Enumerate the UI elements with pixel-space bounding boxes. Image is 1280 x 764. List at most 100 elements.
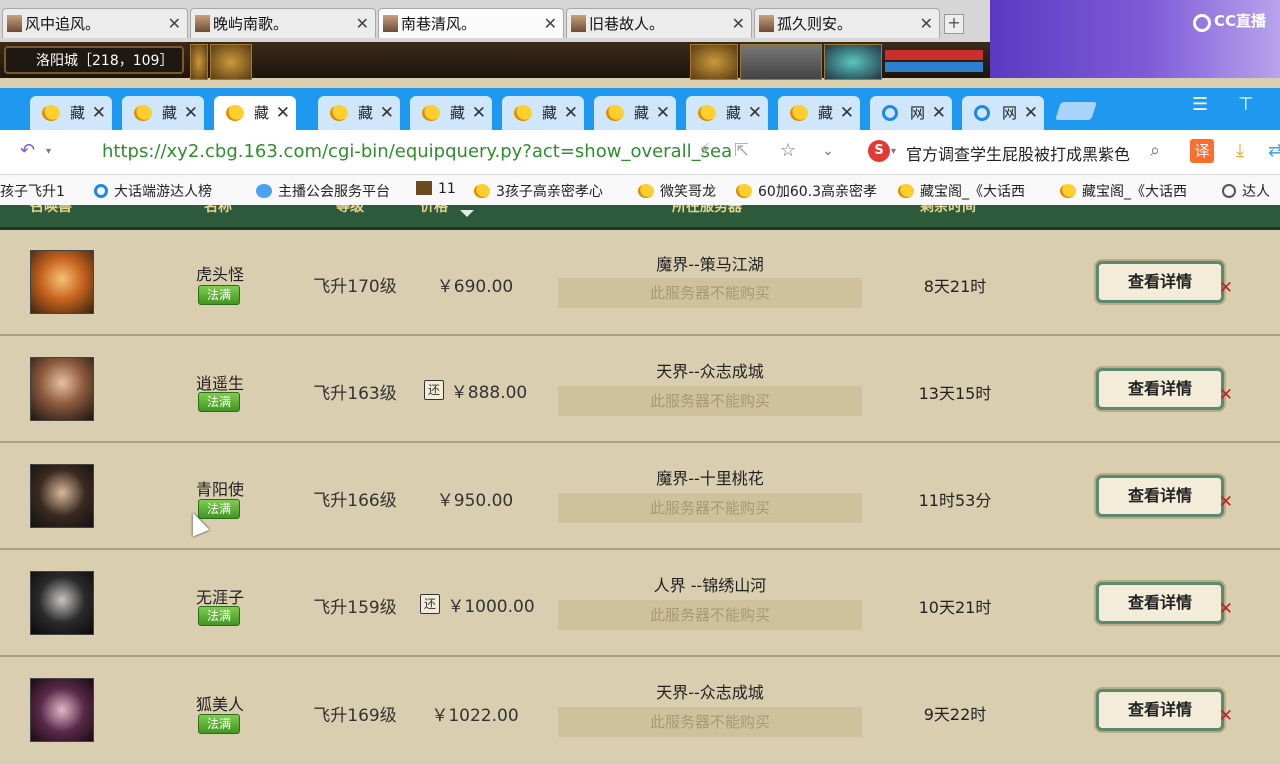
close-icon[interactable]: ✕ xyxy=(276,96,290,130)
button-label: 查看详情 xyxy=(1127,593,1192,612)
col-header-time[interactable]: 剩余时间 xyxy=(920,205,976,216)
button-label: 查看详情 xyxy=(1127,486,1192,505)
price-text: ￥950.00 xyxy=(436,491,514,511)
translate-button[interactable]: 译 xyxy=(1190,139,1214,163)
url-field[interactable]: https://xy2.cbg.163.com/cgi-bin/equipque… xyxy=(102,141,732,162)
character-name: 逍遥生 xyxy=(195,374,244,393)
close-icon[interactable]: ✕ xyxy=(748,96,762,130)
game-tab[interactable]: 旧巷故人。 ✕ xyxy=(566,8,752,38)
close-icon[interactable]: ✕ xyxy=(380,96,394,130)
treasure-icon[interactable] xyxy=(210,44,252,80)
star-icon[interactable]: ☆ xyxy=(780,140,796,161)
new-tab-button[interactable] xyxy=(1055,102,1097,120)
view-details-button[interactable]: 查看详情 ✕ xyxy=(1096,368,1233,410)
bookmark-item[interactable]: 藏宝阁_《大话西 xyxy=(898,181,1025,201)
close-icon[interactable]: ✕ xyxy=(564,96,578,130)
browser-tab[interactable]: 藏 ✕ xyxy=(30,96,112,130)
close-icon[interactable]: ✕ xyxy=(544,9,557,39)
male-avatar[interactable] xyxy=(30,357,94,421)
browser-tab[interactable]: 藏 ✕ xyxy=(502,96,584,130)
browser-tab[interactable]: 藏 ✕ xyxy=(122,96,204,130)
mp-bar xyxy=(885,62,983,72)
view-details-button[interactable]: 查看详情 ✕ xyxy=(1096,261,1233,303)
level-text: 飞升170级 xyxy=(313,277,397,297)
stream-logo: CC直播 xyxy=(1192,10,1266,32)
undo-icon[interactable]: ↶ xyxy=(20,140,35,161)
bookmark-item[interactable]: 60加60.3高亲密孝 xyxy=(736,181,877,201)
browser-tab[interactable]: 藏 ✕ xyxy=(686,96,768,130)
tools-icon[interactable]: ⇄ xyxy=(1268,140,1280,161)
browser-tab[interactable]: 藏 ✕ xyxy=(594,96,676,130)
close-icon[interactable]: ✕ xyxy=(184,96,198,130)
view-details-button[interactable]: 查看详情 ✕ xyxy=(1096,689,1233,731)
browser-tab[interactable]: 藏 ✕ xyxy=(778,96,860,130)
bookmark-item[interactable]: 孩子飞升1 xyxy=(0,181,65,201)
lightning-icon[interactable]: ⚡ xyxy=(698,140,711,161)
browser-tab[interactable]: 藏 ✕ xyxy=(318,96,400,130)
remaining-time: 13天15时 xyxy=(918,384,992,403)
bookmark-label: 藏宝阁_《大话西 xyxy=(920,184,1025,200)
view-details-button[interactable]: 查看详情 ✕ xyxy=(1096,582,1233,624)
browser-tab-active[interactable]: 藏 ✕ xyxy=(214,96,296,130)
chick-icon xyxy=(134,105,152,121)
col-header-price[interactable]: 价格 xyxy=(420,205,474,217)
bookmark-item[interactable]: 11 xyxy=(416,181,456,197)
hud-arrow-icon[interactable] xyxy=(190,44,208,80)
col-header-pet[interactable]: 召唤兽 xyxy=(30,205,72,216)
skin-icon[interactable]: ⊤ xyxy=(1238,94,1254,115)
close-icon[interactable]: ✕ xyxy=(656,96,670,130)
close-icon[interactable]: ✕ xyxy=(840,96,854,130)
browser-tab[interactable]: 网 ✕ xyxy=(870,96,952,130)
cannot-buy-notice: 此服务器不能购买 xyxy=(558,707,862,737)
chevron-down-icon[interactable]: ▾ xyxy=(46,146,51,157)
game-window-tabs: 风中追风。 ✕ 晚屿南歌。 ✕ 南巷清风。 ✕ 旧巷故人。 ✕ 孤久则安。 ✕ + xyxy=(0,0,990,43)
chevron-down-icon[interactable]: ▾ xyxy=(891,146,896,157)
bookmark-item[interactable]: 3孩子高亲密孝心 xyxy=(474,181,603,201)
elf-avatar[interactable] xyxy=(30,464,94,528)
status-badge: 法满 xyxy=(198,285,240,305)
bookmark-item[interactable]: 大话端游达人榜 xyxy=(94,181,212,201)
view-details-button[interactable]: 查看详情 ✕ xyxy=(1096,475,1233,517)
chevron-down-icon[interactable]: ⌄ xyxy=(822,143,834,159)
close-icon[interactable]: ✕ xyxy=(92,96,106,130)
bookmark-item[interactable]: 主播公会服务平台 xyxy=(256,181,390,201)
tiger-avatar[interactable] xyxy=(30,250,94,314)
fox-avatar[interactable] xyxy=(30,678,94,742)
close-icon[interactable]: ✕ xyxy=(732,9,745,39)
close-icon[interactable]: ✕ xyxy=(1024,96,1038,130)
game-icon xyxy=(416,181,432,195)
ghost-avatar[interactable] xyxy=(30,571,94,635)
menu-icon[interactable]: ☰ xyxy=(1192,94,1208,115)
close-icon[interactable]: ✕ xyxy=(356,9,369,39)
bookmark-item[interactable]: 微笑哥龙 xyxy=(638,181,716,201)
chick-icon xyxy=(226,105,244,121)
close-icon[interactable]: ✕ xyxy=(920,9,933,39)
close-icon[interactable]: ✕ xyxy=(932,96,946,130)
player-portrait-icon[interactable] xyxy=(824,44,882,80)
game-tab[interactable]: 风中追风。 ✕ xyxy=(2,8,188,38)
level-text: 飞升169级 xyxy=(313,706,397,726)
server-name: 魔界--策马江湖 xyxy=(656,255,764,274)
tab-label: 藏 xyxy=(70,104,86,122)
avatar-icon xyxy=(195,15,210,32)
game-tab[interactable]: 晚屿南歌。 ✕ xyxy=(190,8,376,38)
col-header-level[interactable]: 等级 xyxy=(336,205,364,216)
browser-tab[interactable]: 藏 ✕ xyxy=(410,96,492,130)
close-icon[interactable]: ✕ xyxy=(168,9,181,39)
game-tab-active[interactable]: 南巷清风。 ✕ xyxy=(378,8,564,38)
news-ticker[interactable]: 官方调查学生屁股被打成黑紫色 xyxy=(906,141,1130,165)
game-tab-label: 旧巷故人。 xyxy=(589,15,665,33)
share-icon[interactable]: ⇱ xyxy=(734,140,749,161)
sogou-icon[interactable]: S xyxy=(868,140,890,162)
download-icon[interactable]: ⤓ xyxy=(1236,140,1244,161)
close-icon[interactable]: ✕ xyxy=(472,96,486,130)
search-icon[interactable]: ⌕ xyxy=(1150,140,1160,161)
pet-portrait-icon[interactable] xyxy=(690,44,738,80)
browser-tab[interactable]: 网 ✕ xyxy=(962,96,1044,130)
tab-label: 藏 xyxy=(254,104,270,122)
add-tab-icon[interactable]: + xyxy=(944,14,964,34)
character-name: 青阳使 xyxy=(195,480,244,499)
bookmark-item[interactable]: 藏宝阁_《大话西 xyxy=(1060,181,1187,201)
bookmark-item[interactable]: 达人 xyxy=(1222,181,1270,201)
game-tab[interactable]: 孤久则安。 ✕ xyxy=(754,8,940,38)
